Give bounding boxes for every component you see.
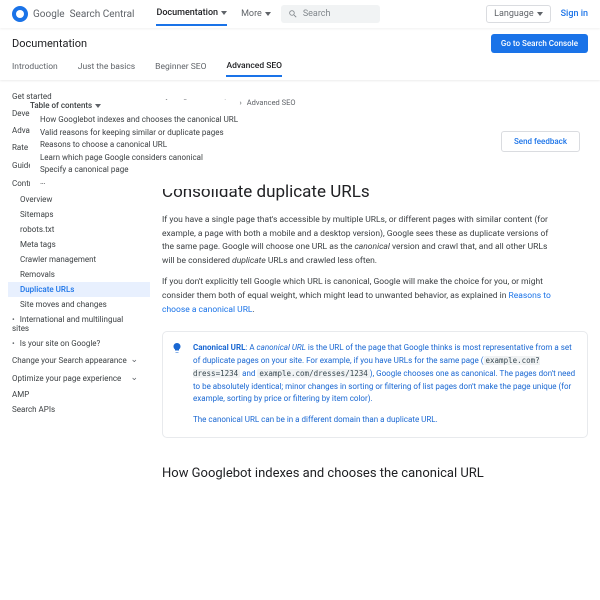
code-url-2: example.com/dresses/1234	[257, 369, 369, 378]
callout-body: Canonical URL: A canonical URL is the UR…	[193, 342, 577, 406]
toc-item[interactable]: Learn which page Google considers canoni…	[30, 152, 238, 164]
language-label: Language	[494, 9, 533, 19]
logo-product: Search Central	[70, 9, 135, 20]
sidebar-item[interactable]: AMP	[0, 387, 150, 402]
cta-search-console[interactable]: Go to Search Console	[491, 34, 588, 53]
section-heading: How Googlebot indexes and chooses the ca…	[150, 452, 600, 487]
search-icon	[288, 9, 298, 19]
tab-beginner[interactable]: Beginner SEO	[155, 62, 206, 76]
sidebar-item[interactable]: Overview	[8, 192, 150, 207]
sidebar-item[interactable]: robots.txt	[8, 222, 150, 237]
chevron-down-icon	[95, 104, 101, 108]
tab-introduction[interactable]: Introduction	[12, 62, 58, 76]
sidebar-item[interactable]: Removals	[8, 267, 150, 282]
sidebar-item[interactable]: Site moves and changes	[8, 297, 150, 312]
sidebar-item[interactable]: Search APIs	[0, 402, 150, 417]
search-placeholder: Search	[303, 9, 331, 19]
chevron-down-icon: ⌄	[130, 373, 138, 383]
intro-para-2: If you don't explicitly tell Google whic…	[150, 272, 600, 321]
sidebar-item-appearance[interactable]: Change your Search appearance⌄	[0, 351, 150, 369]
chevron-down-icon	[537, 12, 543, 16]
page-product-title: Documentation	[12, 37, 87, 50]
sidebar-item[interactable]: Crawler management	[8, 252, 150, 267]
toc-item-more[interactable]: …	[30, 176, 238, 188]
sidebar-item[interactable]: International and multilingual sites	[0, 312, 150, 336]
nav-documentation-label: Documentation	[156, 8, 218, 18]
callout-line2: The canonical URL can be in a different …	[193, 414, 577, 427]
nav-more-label: More	[241, 9, 262, 19]
top-nav: Documentation More	[156, 8, 270, 20]
chevron-down-icon	[265, 12, 271, 16]
logo-google: Google	[33, 9, 65, 20]
toc-item[interactable]: Valid reasons for keeping similar or dup…	[30, 127, 238, 139]
table-of-contents: Table of contents How Googlebot indexes …	[30, 100, 238, 189]
nav-more[interactable]: More	[241, 8, 271, 20]
toc-item[interactable]: Specify a canonical page	[30, 164, 238, 176]
signin-link[interactable]: Sign in	[561, 9, 588, 19]
search-input[interactable]: Search	[281, 5, 381, 23]
doc-tabs: Introduction Just the basics Beginner SE…	[0, 58, 600, 80]
subheader: Documentation Go to Search Console	[0, 28, 600, 58]
tab-basics[interactable]: Just the basics	[78, 62, 135, 76]
intro-para-1: If you have a single page that's accessi…	[150, 210, 600, 272]
sidebar-item-optimize[interactable]: Optimize your page experience⌄	[0, 369, 150, 387]
tab-advanced[interactable]: Advanced SEO	[226, 61, 282, 77]
site-logo[interactable]: Google Search Central	[12, 6, 134, 22]
send-feedback-button[interactable]: Send feedback	[501, 131, 580, 152]
breadcrumb-item[interactable]: Advanced SEO	[247, 98, 296, 107]
chevron-down-icon	[221, 11, 227, 15]
toc-heading[interactable]: Table of contents	[30, 100, 238, 112]
toc-item[interactable]: How Googlebot indexes and chooses the ca…	[30, 114, 238, 126]
nav-documentation[interactable]: Documentation	[156, 8, 227, 26]
sidebar-item[interactable]: Meta tags	[8, 237, 150, 252]
toc-item[interactable]: Reasons to choose a canonical URL	[30, 139, 238, 151]
lightbulb-icon	[171, 342, 183, 354]
sidebar-item[interactable]: Sitemaps	[8, 207, 150, 222]
chevron-down-icon: ⌄	[130, 355, 138, 365]
sidebar-item[interactable]: Is your site on Google?	[0, 336, 150, 351]
sidebar-item-duplicate-urls[interactable]: Duplicate URLs	[8, 282, 150, 297]
bot-icon	[12, 6, 28, 22]
canonical-callout: Canonical URL: A canonical URL is the UR…	[162, 331, 588, 438]
language-selector[interactable]: Language	[486, 5, 550, 23]
breadcrumb-sep: ›	[239, 98, 241, 107]
header: Google Search Central Documentation More…	[0, 0, 600, 28]
